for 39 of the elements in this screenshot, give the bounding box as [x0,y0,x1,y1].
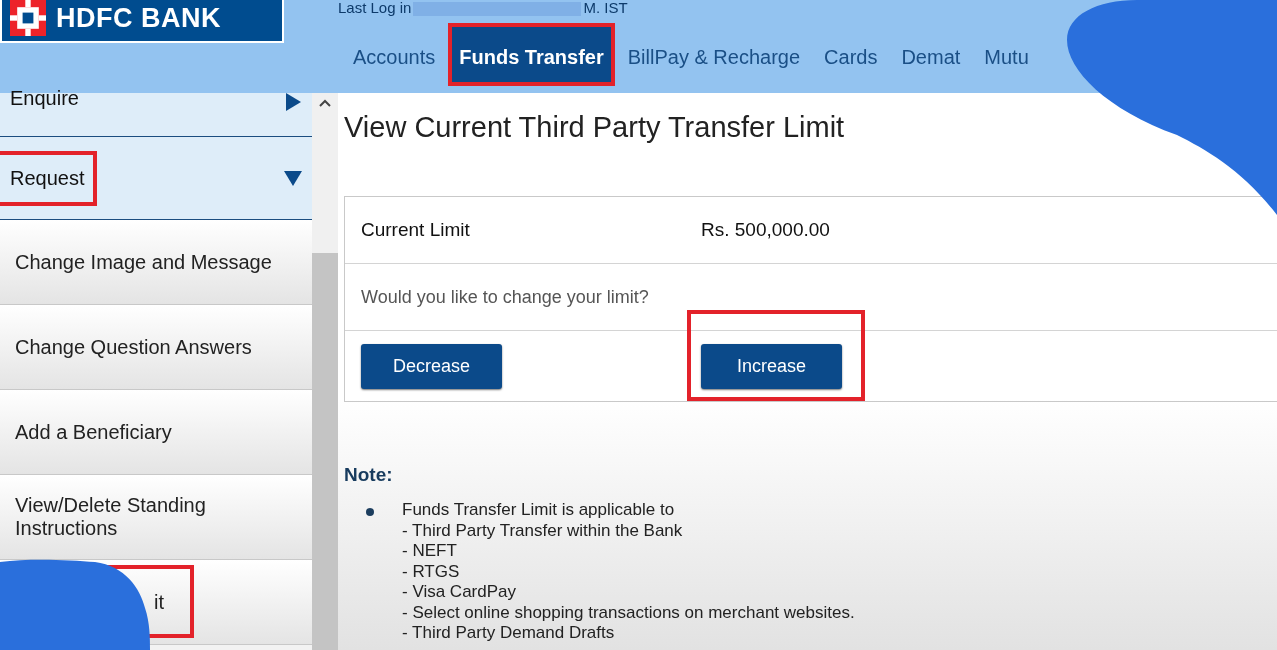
menu-label: Change Question Answers [15,334,252,360]
menu-label: Add a Beneficiary [15,419,172,445]
menu-label: Change Image and Message [15,249,272,275]
table-cell-text: Rs. 500,000.00 [700,219,831,241]
logo-icon [10,0,46,36]
nav-tab[interactable]: Funds Transfer [452,27,611,82]
nav-tab[interactable]: Demat [894,27,968,82]
page-title: View Current Third Party Transfer Limit [344,111,846,144]
note-list-item: - Third Party Demand Drafts [402,623,616,644]
scrollbar[interactable] [312,93,338,650]
note-list-item: - Visa CardPay [402,582,517,603]
menu-item[interactable]: Change Image and Message [0,220,312,305]
table-cell-text: Would you like to change your limit? [360,285,650,309]
menu-item[interactable]: View/Delete Standing Instructions [0,475,312,560]
last-login-label: Last Log in [338,0,412,15]
scroll-thumb[interactable] [312,253,338,650]
last-login-time: M. IST [583,0,628,15]
menu-item[interactable]: Add a Beneficiary [0,390,312,475]
table-cell-text: Current Limit [360,219,471,241]
bank-logo[interactable]: HDFC BANK [0,0,284,43]
nav-tab[interactable]: Mutu [977,27,1036,82]
menu-label[interactable]: it [154,588,164,616]
note-list-item: - RTGS [402,561,461,582]
nav-tab[interactable]: Accounts [346,27,443,82]
note-text: Funds Transfer Limit is applicable to [402,500,676,521]
bullet-icon [366,508,374,516]
action-button[interactable]: Decrease [361,343,502,389]
menu-label: Request [10,165,85,191]
nav-tab[interactable]: BillPay & Recharge [620,27,808,82]
note-heading: Note: [344,464,394,486]
menu-item[interactable]: Change Question Answers [0,305,312,390]
note-list-item: - Select online shopping transactions on merchant websites. [402,602,855,623]
action-button[interactable]: Increase [701,343,842,389]
nav-tab[interactable]: Cards [817,27,885,82]
note-list-item: - NEFT [402,541,458,562]
menu-section[interactable]: Request [0,137,312,220]
scroll-up-icon[interactable] [319,99,331,107]
menu-label: View/Delete Standing Instructions [15,493,207,541]
note-list-item: - Third Party Transfer within the Bank [402,520,684,541]
